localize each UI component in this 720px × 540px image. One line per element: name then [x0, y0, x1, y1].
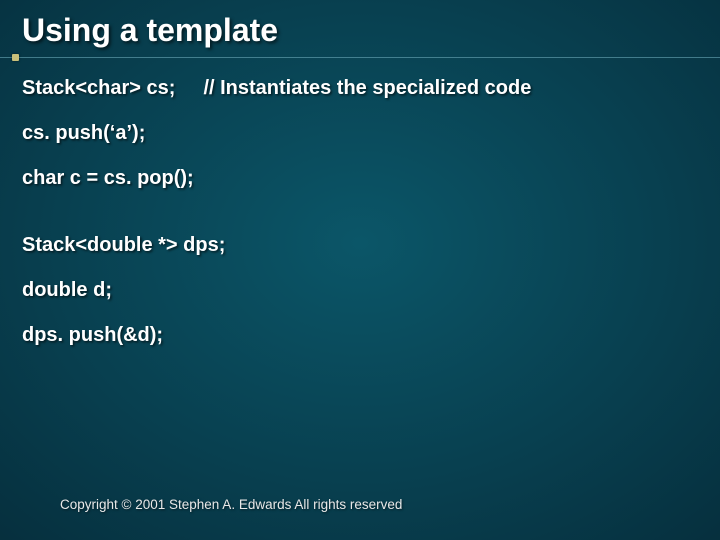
code-line-4: Stack<double *> dps; — [22, 234, 698, 257]
title-separator — [0, 57, 720, 59]
separator-line — [0, 57, 720, 58]
code-decl-1: Stack<char> cs; — [22, 77, 175, 99]
slide: Using a template Stack<char> cs;// Insta… — [0, 0, 720, 540]
code-line-3: char c = cs. pop(); — [22, 167, 698, 190]
code-line-2: cs. push(‘a’); — [22, 122, 698, 145]
code-line-6: dps. push(&d); — [22, 324, 698, 347]
code-line-1: Stack<char> cs;// Instantiates the speci… — [22, 77, 698, 100]
code-comment-1: // Instantiates the specialized code — [175, 77, 531, 99]
separator-dot — [12, 54, 19, 61]
slide-content: Stack<char> cs;// Instantiates the speci… — [0, 77, 720, 347]
code-line-5: double d; — [22, 279, 698, 302]
copyright-footer: Copyright © 2001 Stephen A. Edwards All … — [60, 497, 402, 512]
slide-title: Using a template — [0, 0, 720, 57]
